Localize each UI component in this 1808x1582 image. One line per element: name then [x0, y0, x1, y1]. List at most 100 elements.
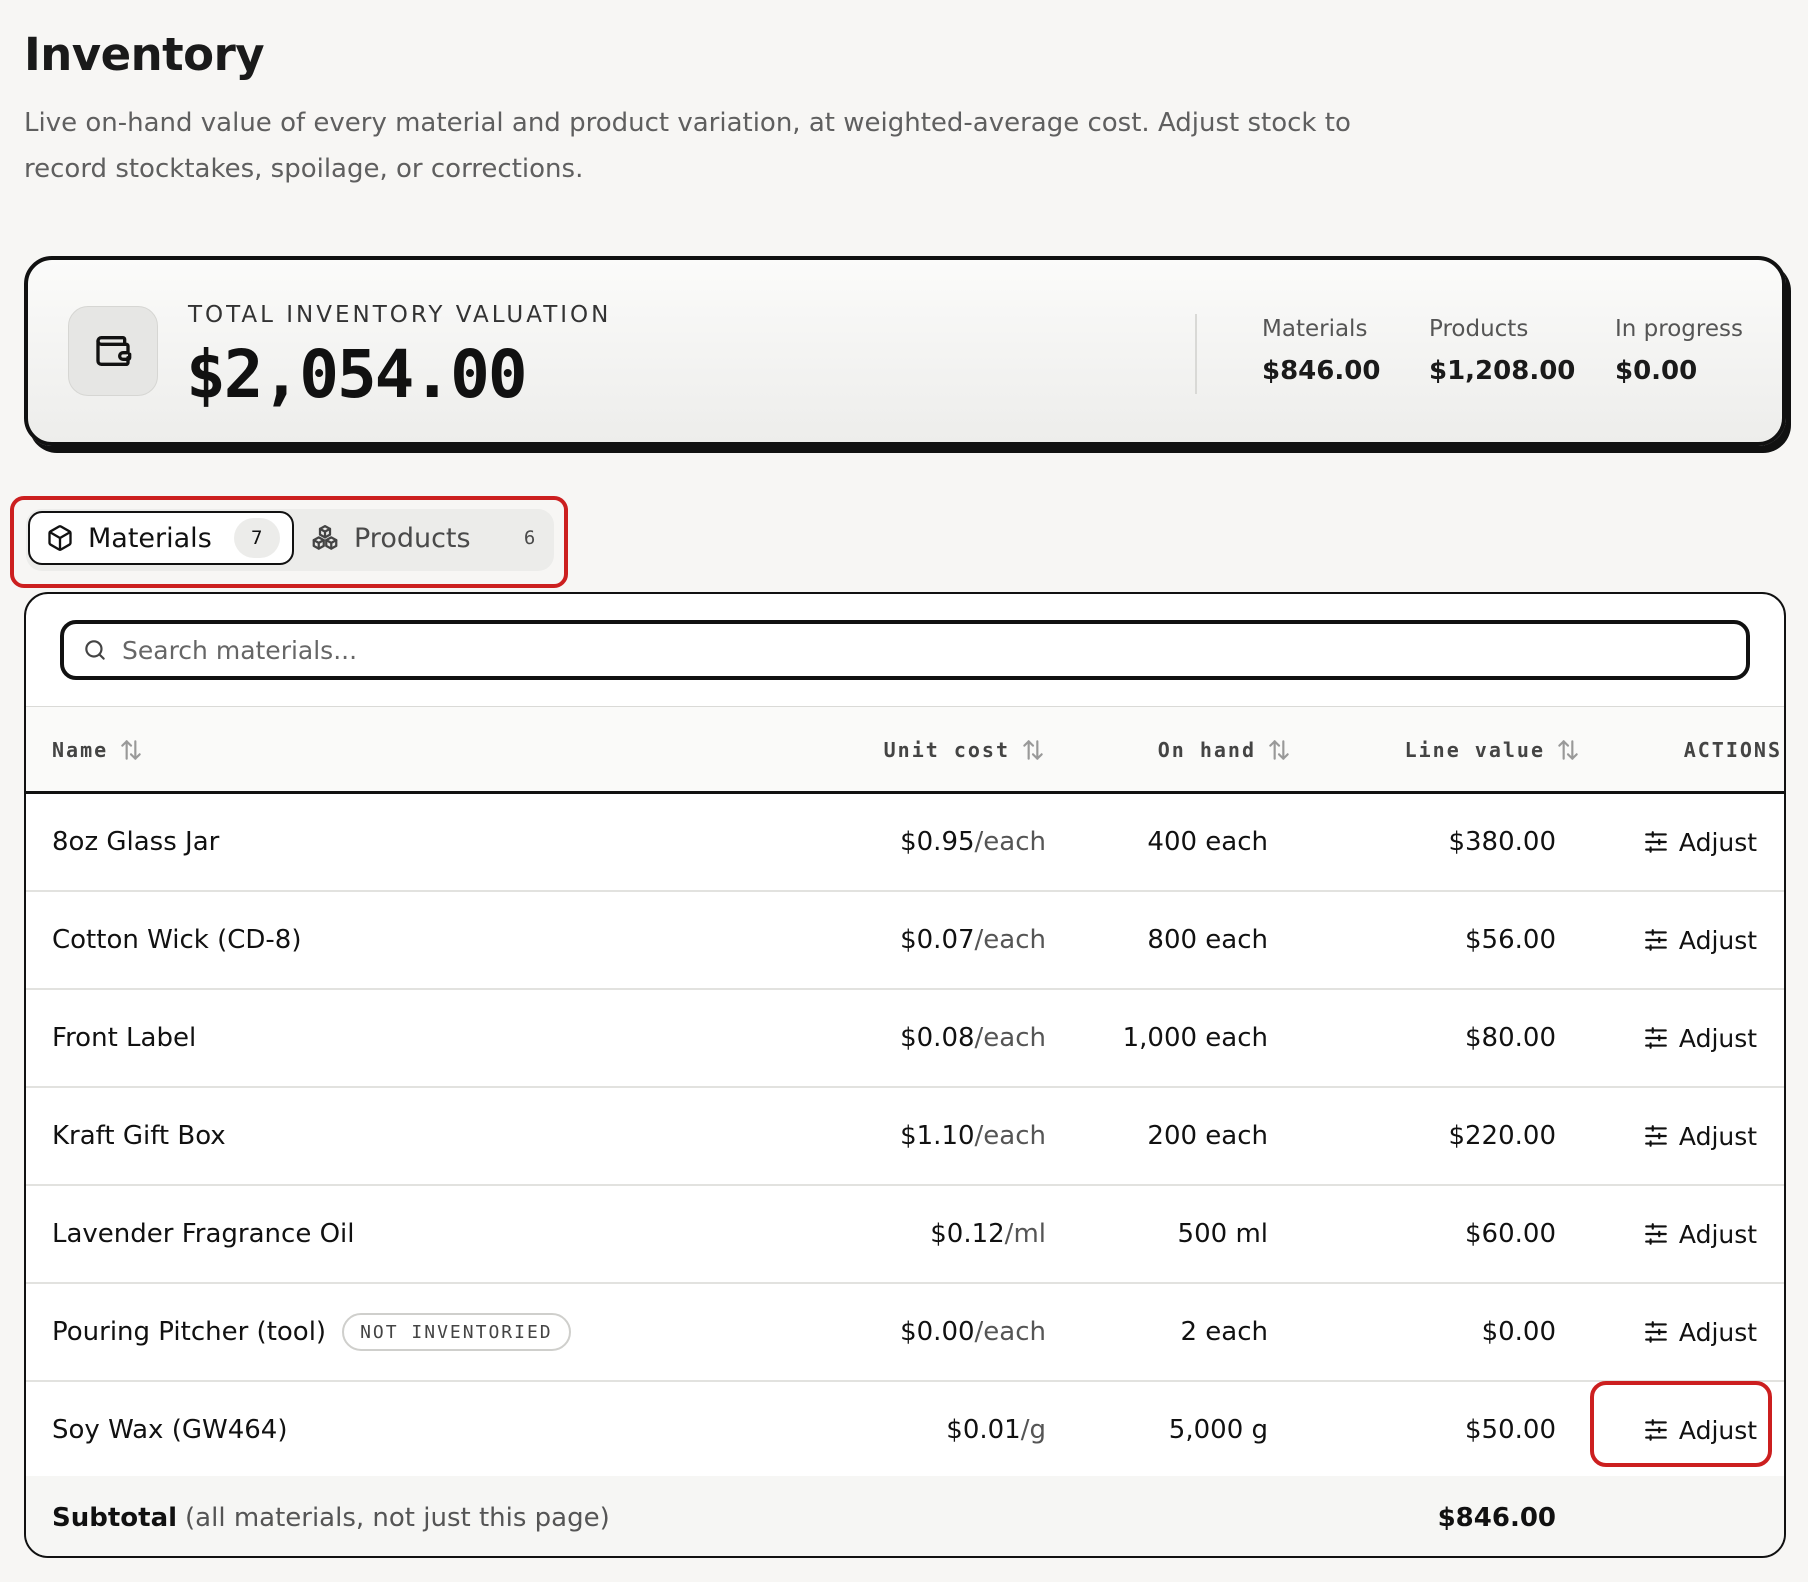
table-row: Front Label $0.08/each 1,000 each $80.00… — [26, 990, 1784, 1088]
stat-products: Products $1,208.00 — [1429, 316, 1575, 386]
table-row: Pouring Pitcher (tool) NOT INVENTORIED $… — [26, 1284, 1784, 1382]
adjust-label: Adjust — [1678, 827, 1758, 857]
material-name: Front Label — [52, 1023, 197, 1053]
sliders-icon — [1643, 829, 1669, 855]
material-name: Cotton Wick (CD-8) — [52, 925, 302, 955]
column-header-unit-cost[interactable]: Unit cost — [846, 707, 1046, 792]
tab-label: Products — [354, 522, 471, 554]
unit-cost-cell: $0.12/ml — [930, 1219, 1046, 1249]
table-row: Soy Wax (GW464) $0.01/g 5,000 g $50.00 A… — [26, 1382, 1784, 1480]
tab-materials[interactable]: Materials 7 — [28, 511, 294, 565]
on-hand-value: 200 each — [1147, 1121, 1268, 1151]
line-value: $80.00 — [1465, 1023, 1556, 1053]
sort-icon — [1020, 737, 1046, 763]
unit-price: $0.00 — [900, 1317, 975, 1347]
on-hand-value: 800 each — [1147, 925, 1268, 955]
sliders-icon — [1643, 1417, 1669, 1443]
line-value: $60.00 — [1465, 1219, 1556, 1249]
sliders-icon — [1643, 1221, 1669, 1247]
on-hand-value: 2 each — [1180, 1317, 1268, 1347]
subtotal-row: Subtotal (all materials, not just this p… — [26, 1476, 1784, 1556]
column-header-name[interactable]: Name — [52, 707, 144, 792]
adjust-label: Adjust — [1678, 1023, 1758, 1053]
stat-value: $1,208.00 — [1429, 356, 1576, 386]
line-value: $50.00 — [1465, 1415, 1556, 1445]
sliders-icon — [1643, 1123, 1669, 1149]
on-hand-value: 500 ml — [1177, 1219, 1268, 1249]
unit-cost-cell: $0.95/each — [900, 827, 1046, 857]
tab-count-badge: 6 — [523, 527, 536, 549]
table-header: Name Unit cost On hand Line value ACTION… — [26, 706, 1784, 794]
adjust-button[interactable]: Adjust — [1626, 1404, 1774, 1456]
search-icon — [82, 637, 108, 663]
not-inventoried-badge: NOT INVENTORIED — [342, 1313, 571, 1351]
sort-icon — [1266, 737, 1292, 763]
column-header-label: Line value — [1404, 737, 1545, 762]
sort-icon — [1555, 737, 1581, 763]
table-row: 8oz Glass Jar $0.95/each 400 each $380.0… — [26, 794, 1784, 892]
unit-cost-cell: $0.01/g — [946, 1415, 1046, 1445]
page-title: Inventory — [24, 28, 265, 81]
materials-table-panel: Name Unit cost On hand Line value ACTION… — [24, 592, 1786, 1558]
stat-value: $846.00 — [1262, 356, 1381, 386]
line-value: $56.00 — [1465, 925, 1556, 955]
tab-label: Materials — [88, 522, 212, 554]
tab-products[interactable]: Products 6 — [304, 511, 550, 565]
unit-cost-cell: $0.07/each — [900, 925, 1046, 955]
total-valuation-value: $2,054.00 — [186, 336, 528, 413]
line-value: $220.00 — [1448, 1121, 1556, 1151]
sliders-icon — [1643, 927, 1669, 953]
adjust-button[interactable]: Adjust — [1626, 1110, 1774, 1162]
on-hand-value: 5,000 g — [1168, 1415, 1268, 1445]
line-value: $380.00 — [1448, 827, 1556, 857]
adjust-button[interactable]: Adjust — [1626, 1208, 1774, 1260]
stat-materials: Materials $846.00 — [1262, 316, 1380, 386]
column-header-label: Name — [52, 737, 109, 762]
adjust-label: Adjust — [1678, 1317, 1758, 1347]
material-name: Lavender Fragrance Oil — [52, 1219, 355, 1249]
unit-price: $0.12 — [930, 1219, 1005, 1249]
unit-cost-cell: $0.00/each — [900, 1317, 1046, 1347]
unit-cost-cell: $0.08/each — [900, 1023, 1046, 1053]
material-name: 8oz Glass Jar — [52, 827, 220, 857]
stat-label: Materials — [1262, 316, 1368, 342]
inventory-valuation-card: TOTAL INVENTORY VALUATION $2,054.00 Mate… — [24, 256, 1786, 446]
sliders-icon — [1643, 1025, 1669, 1051]
subtotal-note: (all materials, not just this page) — [185, 1503, 610, 1533]
summary-divider — [1195, 314, 1197, 394]
search-input[interactable] — [120, 634, 1746, 666]
adjust-label: Adjust — [1678, 1121, 1758, 1151]
unit-cost-cell: $1.10/each — [900, 1121, 1046, 1151]
table-row: Cotton Wick (CD-8) $0.07/each 800 each $… — [26, 892, 1784, 990]
wallet-icon — [68, 306, 158, 396]
column-header-label: Unit cost — [883, 737, 1010, 762]
inventory-tabs: Materials 7 Products 6 — [26, 509, 554, 571]
line-value: $0.00 — [1481, 1317, 1556, 1347]
total-valuation-label: TOTAL INVENTORY VALUATION — [188, 302, 612, 328]
page-description: Live on-hand value of every material and… — [24, 108, 1351, 184]
adjust-button[interactable]: Adjust — [1626, 1012, 1774, 1064]
column-header-on-hand[interactable]: On hand — [1092, 707, 1292, 792]
stat-value: $0.00 — [1615, 356, 1698, 386]
material-name: Kraft Gift Box — [52, 1121, 226, 1151]
subtotal-label: Subtotal — [52, 1503, 178, 1533]
table-row: Kraft Gift Box $1.10/each 200 each $220.… — [26, 1088, 1784, 1186]
on-hand-value: 1,000 each — [1122, 1023, 1268, 1053]
adjust-button[interactable]: Adjust — [1626, 816, 1774, 868]
adjust-label: Adjust — [1678, 1415, 1758, 1445]
stat-in-progress: In progress $0.00 — [1615, 316, 1743, 386]
adjust-button[interactable]: Adjust — [1626, 1306, 1774, 1358]
unit-price: $1.10 — [900, 1121, 975, 1151]
sliders-icon — [1643, 1319, 1669, 1345]
subtotal-value: $846.00 — [1437, 1503, 1556, 1533]
box-icon — [46, 524, 74, 552]
adjust-label: Adjust — [1678, 925, 1758, 955]
tab-count-badge: 7 — [233, 518, 280, 558]
adjust-button[interactable]: Adjust — [1626, 914, 1774, 966]
column-header-line-value[interactable]: Line value — [1326, 707, 1581, 792]
column-header-label: On hand — [1157, 737, 1256, 762]
stat-label: Products — [1429, 316, 1529, 342]
search-box — [60, 620, 1750, 680]
adjust-label: Adjust — [1678, 1219, 1758, 1249]
unit-price: $0.08 — [900, 1023, 975, 1053]
